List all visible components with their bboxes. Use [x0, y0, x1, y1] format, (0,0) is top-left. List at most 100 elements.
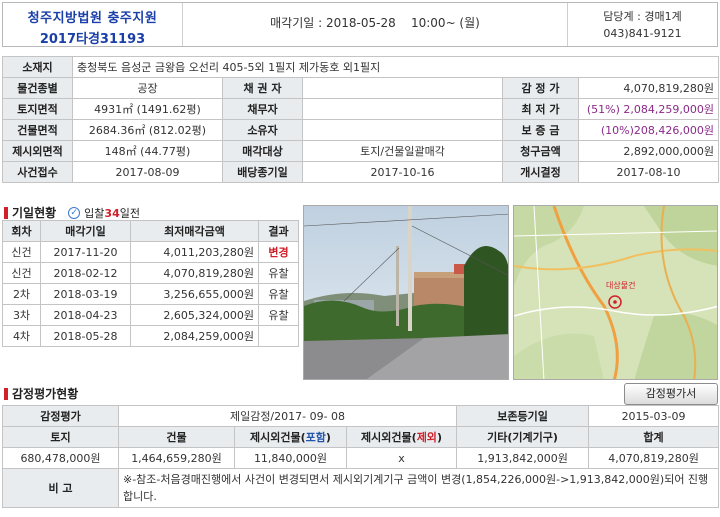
round-cell: 신건 [2, 241, 41, 263]
date-cell: 2018-04-23 [40, 304, 131, 326]
phone: 043)841-9121 [603, 27, 682, 40]
value-case-received: 2017-08-09 [72, 161, 223, 183]
value-debtor [302, 98, 503, 120]
preservation-label: 보존등기일 [456, 405, 590, 427]
table-row: 3차 2018-04-23 2,605,324,000원 유찰 [2, 304, 299, 326]
sale-date-label: 매각기일 : 2018-05-28 [270, 16, 396, 30]
appraisal-header-row: 토지 건물 제시외건물(포함) 제시외건물(제외) 기타(기계기구) 합계 [2, 426, 720, 448]
bid-countdown: 입찰34일전 [84, 205, 140, 221]
appraisal-table: 감정평가 제일감정/2017- 09- 08 보존등기일 2015-03-09 … [2, 405, 720, 508]
round-cell: 4차 [2, 325, 41, 347]
result-cell: 변경 [258, 241, 299, 263]
value-land-area: 4931㎡ (1491.62평) [72, 98, 223, 120]
value-machinery: 1,913,842,000원 [456, 447, 590, 469]
col-land: 토지 [2, 426, 119, 448]
value-building: 1,464,659,280원 [118, 447, 235, 469]
result-cell: 유찰 [258, 283, 299, 305]
date-cell: 2018-02-12 [40, 262, 131, 284]
department: 담당계 : 경매1계 [603, 10, 682, 23]
info-row: 사건접수 2017-08-09 배당종기일 2017-10-16 개시결정 20… [2, 161, 720, 183]
col-sale-date: 매각기일 [40, 220, 131, 242]
section-marker-icon [4, 387, 8, 400]
table-row: 신건 2018-02-12 4,070,819,280원 유찰 [2, 262, 299, 284]
section-marker-icon [4, 206, 8, 219]
value-extra-area: 148㎡ (44.77평) [72, 140, 223, 162]
label-property-type: 물건종별 [2, 77, 73, 99]
label-owner: 소유자 [222, 119, 303, 141]
label-land-area: 토지면적 [2, 98, 73, 120]
label-debtor: 채무자 [222, 98, 303, 120]
appraisal-values-row: 680,478,000원 1,464,659,280원 11,840,000원 … [2, 447, 720, 469]
value-deposit: (10%)208,426,000원 [577, 119, 720, 141]
round-cell: 3차 [2, 304, 41, 326]
note-label: 비 고 [2, 468, 119, 508]
label-appraised-price: 감 정 가 [502, 77, 579, 99]
contact-block: 담당계 : 경매1계 043)841-9121 [567, 3, 717, 46]
label-deposit: 보 증 금 [502, 119, 579, 141]
table-row: 2차 2018-03-19 3,256,655,000원 유찰 [2, 283, 299, 305]
col-extra-included: 제시외건물(포함) [234, 426, 347, 448]
col-extra-excluded-tag: 제외 [416, 431, 437, 444]
info-row: 토지면적 4931㎡ (1491.62평) 채무자 최 저 가 (51%) 2,… [2, 98, 720, 120]
info-row: 물건종별 공장 채 권 자 감 정 가 4,070,819,280원 [2, 77, 720, 99]
table-row: 4차 2018-05-28 2,084,259,000원 [2, 325, 299, 347]
label-dividend-deadline: 배당종기일 [222, 161, 303, 183]
property-photo[interactable] [303, 205, 509, 380]
col-result: 결과 [258, 220, 299, 242]
round-cell: 2차 [2, 283, 41, 305]
date-cell: 2018-03-19 [40, 283, 131, 305]
label-sale-target: 매각대상 [222, 140, 303, 162]
value-land: 680,478,000원 [2, 447, 119, 469]
result-cell: 유찰 [258, 304, 299, 326]
label-building-area: 건물면적 [2, 119, 73, 141]
value-minimum-price: (51%) 2,084,259,000원 [577, 98, 720, 120]
check-icon: ✓ [68, 206, 81, 219]
appraisal-org-value: 제일감정/2017- 09- 08 [117, 405, 458, 427]
bid-countdown-suffix: 일전 [119, 206, 140, 220]
info-row: 제시외면적 148㎡ (44.77평) 매각대상 토지/건물일괄매각 청구금액 … [2, 140, 720, 162]
col-extra-included-prefix: 제시외건물( [250, 431, 306, 444]
col-total: 합계 [588, 426, 720, 448]
result-cell: 유찰 [258, 262, 299, 284]
bid-countdown-days: 34 [104, 206, 120, 220]
date-cell: 2017-11-20 [40, 241, 131, 263]
value-creditor [302, 77, 503, 99]
appraisal-note-row: 비 고 ※-참조-처음경매진행에서 사건이 변경되면서 제시외기계기구 금액이 … [2, 468, 720, 508]
value-building-area: 2684.36㎡ (812.02평) [72, 119, 223, 141]
location-map[interactable]: 대상물건 [513, 205, 718, 380]
amount-cell: 3,256,655,000원 [130, 283, 259, 305]
history-section-title: 기일현황 ✓ 입찰34일전 [4, 204, 140, 221]
address-value: 충청북도 음성군 금왕읍 오선리 405-5외 1필지 제가동호 외1필지 [71, 56, 720, 78]
date-cell: 2018-05-28 [40, 325, 131, 347]
label-extra-area: 제시외면적 [2, 140, 73, 162]
amount-cell: 2,605,324,000원 [130, 304, 259, 326]
appraisal-section-title: 감정평가현황 [4, 385, 78, 402]
col-extra-excluded-prefix: 제시외건물( [361, 431, 417, 444]
col-machinery: 기타(기계기구) [456, 426, 590, 448]
court-name: 청주지방법원 충주지원 [27, 11, 158, 26]
value-extra-included: 11,840,000원 [234, 447, 347, 469]
appraisal-report-button[interactable]: 감정평가서 [624, 383, 718, 405]
value-claim-amount: 2,892,000,000원 [577, 140, 720, 162]
auction-history-table: 회차 매각기일 최저매각금액 결과 신건 2017-11-20 4,011,20… [2, 220, 299, 347]
sale-time: 10:00~ (월) [410, 16, 480, 30]
label-minimum-price: 최 저 가 [502, 98, 579, 120]
label-creditor: 채 권 자 [222, 77, 303, 99]
case-header: 청주지방법원 충주지원 2017타경31193 매각기일 : 2018-05-2… [2, 2, 718, 47]
preservation-value: 2015-03-09 [588, 405, 720, 427]
appraisal-org-row: 감정평가 제일감정/2017- 09- 08 보존등기일 2015-03-09 [2, 405, 720, 427]
case-number: 2017타경31193 [39, 32, 146, 47]
label-claim-amount: 청구금액 [502, 140, 579, 162]
label-case-received: 사건접수 [2, 161, 73, 183]
amount-cell: 4,070,819,280원 [130, 262, 259, 284]
history-header-row: 회차 매각기일 최저매각금액 결과 [2, 220, 299, 242]
round-cell: 신건 [2, 262, 41, 284]
amount-cell: 2,084,259,000원 [130, 325, 259, 347]
property-photo-image [304, 206, 508, 379]
address-label: 소재지 [2, 56, 73, 78]
amount-cell: 4,011,203,280원 [130, 241, 259, 263]
value-sale-target: 토지/건물일괄매각 [302, 140, 503, 162]
col-extra-included-tag: 포함 [305, 431, 326, 444]
appraisal-title: 감정평가현황 [12, 387, 79, 401]
value-extra-excluded: x [345, 447, 458, 469]
